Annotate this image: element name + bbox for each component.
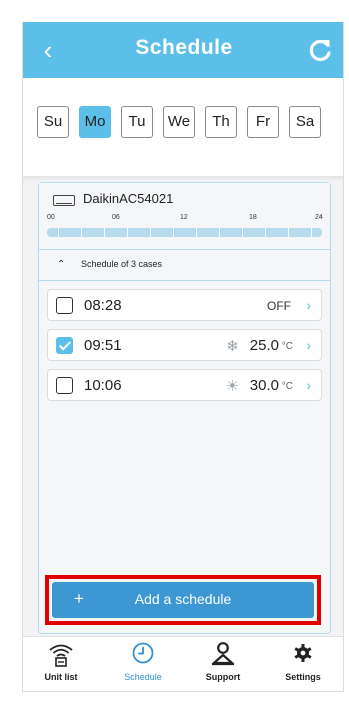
- tab-schedule[interactable]: Schedule: [111, 641, 175, 691]
- schedule-row[interactable]: 10:06 ☀ 30.0 °C ›: [47, 369, 322, 401]
- tab-support[interactable]: Support: [191, 641, 255, 691]
- clock-icon: [132, 642, 154, 664]
- timeline-tick: 00: [47, 214, 55, 221]
- schedule-checkbox[interactable]: [56, 377, 73, 394]
- add-schedule-label: Add a schedule: [134, 591, 232, 607]
- schedule-summary-toggle[interactable]: ⌃ Schedule of 3 cases: [39, 250, 330, 280]
- unit-header: DaikinAC54021 00 06 12 18 24: [39, 183, 330, 249]
- schedule-time: 08:28: [84, 297, 122, 314]
- day-th-button[interactable]: Th: [205, 106, 237, 138]
- schedule-row[interactable]: 08:28 OFF ›: [47, 289, 322, 321]
- timeline-tick: 06: [112, 214, 120, 221]
- day-mo-button[interactable]: Mo: [79, 106, 111, 138]
- day-we-button[interactable]: We: [163, 106, 195, 138]
- tab-label: Settings: [285, 672, 321, 682]
- chevron-right-icon[interactable]: ›: [306, 377, 311, 393]
- tab-label: Support: [205, 672, 241, 682]
- page-title: Schedule: [135, 36, 233, 59]
- chevron-right-icon[interactable]: ›: [306, 297, 311, 313]
- chevron-up-icon: ⌃: [57, 259, 66, 270]
- unit-name: DaikinAC54021: [83, 191, 174, 206]
- refresh-icon[interactable]: [307, 36, 333, 64]
- timeline-tick: 24: [315, 214, 323, 221]
- schedule-status: OFF: [267, 299, 291, 313]
- schedule-temperature: 25.0: [249, 337, 279, 354]
- divider: [39, 280, 330, 281]
- wifi-unit-icon: [49, 644, 73, 667]
- temperature-unit: °C: [281, 341, 293, 352]
- schedule-row[interactable]: 09:51 ❄ 25.0 °C ›: [47, 329, 322, 361]
- tab-label: Unit list: [44, 672, 78, 682]
- day-timeline: [47, 228, 322, 237]
- schedule-time: 09:51: [84, 337, 122, 354]
- timeline-tick: 12: [180, 214, 188, 221]
- day-tu-button[interactable]: Tu: [121, 106, 153, 138]
- gear-icon: [294, 644, 312, 662]
- schedule-time: 10:06: [84, 377, 122, 394]
- day-sa-button[interactable]: Sa: [289, 106, 321, 138]
- header-bar: ‹ Schedule: [23, 22, 343, 78]
- day-fr-button[interactable]: Fr: [247, 106, 279, 138]
- timeline-tick: 18: [249, 214, 257, 221]
- schedule-summary: Schedule of 3 cases: [81, 259, 163, 269]
- schedule-card: DaikinAC54021 00 06 12 18 24 ⌃ Schedule …: [38, 182, 331, 634]
- tab-unit-list[interactable]: Unit list: [29, 641, 93, 691]
- chevron-right-icon[interactable]: ›: [306, 337, 311, 353]
- tab-settings[interactable]: Settings: [271, 641, 335, 691]
- temperature-unit: °C: [281, 381, 293, 392]
- sun-icon: ☀: [225, 378, 239, 395]
- schedule-checkbox[interactable]: [56, 337, 73, 354]
- bottom-tab-bar: Unit list Schedule Support Settings: [23, 636, 343, 691]
- tab-label: Schedule: [124, 672, 162, 682]
- add-schedule-button[interactable]: + Add a schedule: [52, 582, 314, 618]
- snowflake-icon: ❄: [226, 338, 239, 355]
- day-selector: Su Mo Tu We Th Fr Sa: [23, 78, 343, 176]
- air-conditioner-icon: [53, 195, 75, 206]
- schedule-checkbox[interactable]: [56, 297, 73, 314]
- support-icon: [212, 642, 234, 666]
- schedule-temperature: 30.0: [249, 377, 279, 394]
- day-su-button[interactable]: Su: [37, 106, 69, 138]
- app-screen: ‹ Schedule Su Mo Tu We Th Fr Sa DaikinAC…: [22, 22, 344, 692]
